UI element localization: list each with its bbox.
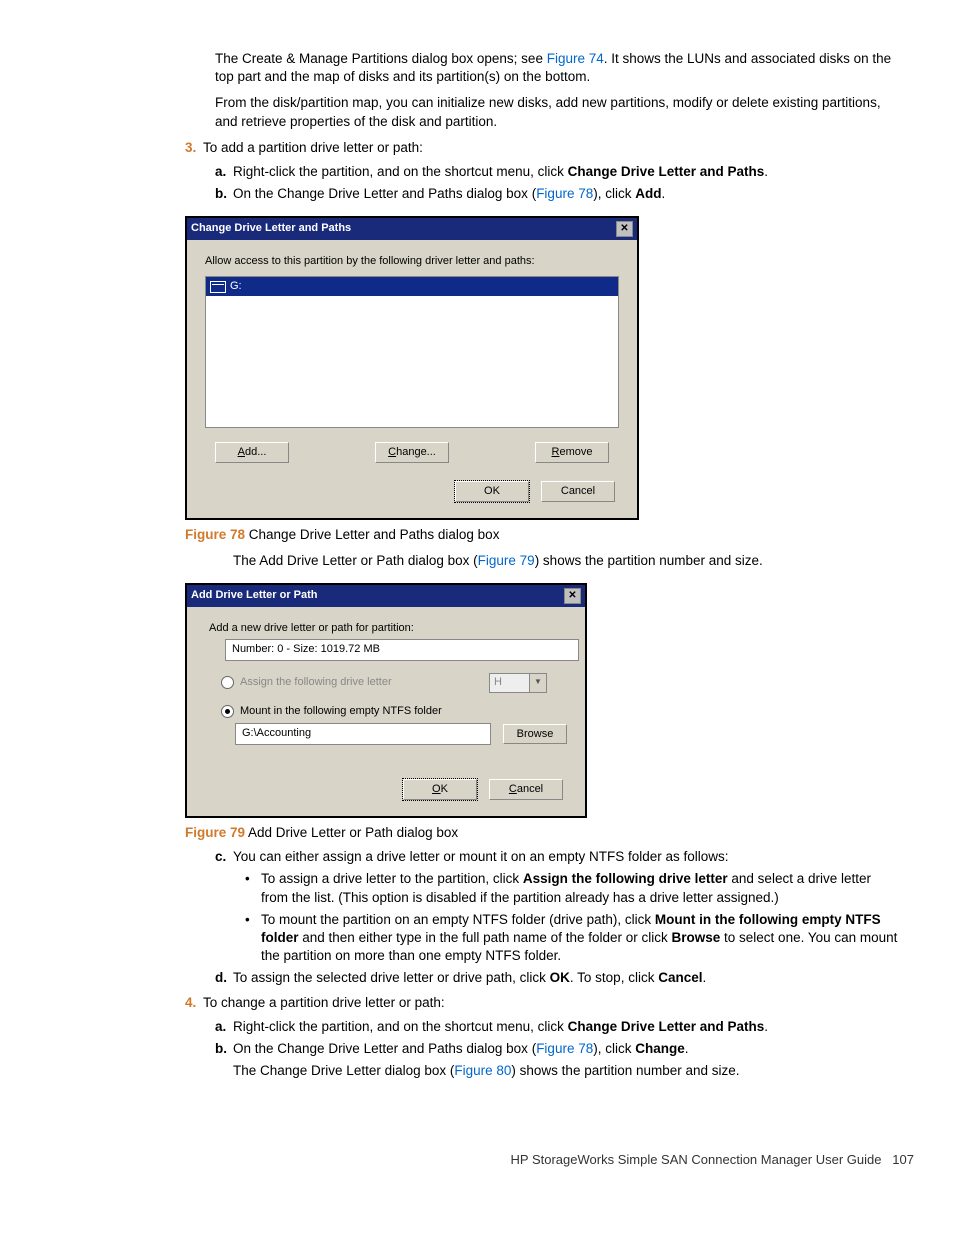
link-figure-79-1[interactable]: Figure 79 — [478, 553, 535, 568]
drive-list-item-selected[interactable]: G: — [206, 277, 618, 296]
dialog-prompt: Allow access to this partition by the fo… — [205, 254, 619, 269]
remove-button[interactable]: Remove — [535, 442, 609, 463]
step-4a: a.Right-click the partition, and on the … — [215, 1018, 899, 1036]
step-3c: c.You can either assign a drive letter o… — [215, 848, 899, 866]
dialog-titlebar: Change Drive Letter and Paths ✕ — [187, 218, 637, 240]
radio-selected-icon — [221, 705, 234, 718]
folder-path-input[interactable]: G:\Accounting — [235, 723, 491, 745]
intro-para-1: The Create & Manage Partitions dialog bo… — [215, 50, 899, 86]
link-figure-78-2[interactable]: Figure 78 — [536, 1041, 593, 1056]
dialog-title: Change Drive Letter and Paths — [191, 221, 351, 236]
link-figure-78-1[interactable]: Figure 78 — [536, 186, 593, 201]
ok-button[interactable]: OK — [403, 779, 477, 800]
intro-para-2: From the disk/partition map, you can ini… — [215, 94, 899, 130]
step-3a: a.Right-click the partition, and on the … — [215, 163, 899, 181]
drive-icon — [210, 281, 226, 293]
change-drive-letter-dialog: Change Drive Letter and Paths ✕ Allow ac… — [185, 216, 639, 521]
ok-button[interactable]: OK — [455, 481, 529, 502]
partition-info-field: Number: 0 - Size: 1019.72 MB — [225, 639, 579, 661]
cancel-button[interactable]: Cancel — [541, 481, 615, 502]
figure-78-caption: Figure 78 Change Drive Letter and Paths … — [185, 526, 899, 544]
step-4: 4.To change a partition drive letter or … — [185, 994, 899, 1012]
dialog2-titlebar: Add Drive Letter or Path ✕ — [187, 585, 585, 607]
link-figure-80[interactable]: Figure 80 — [454, 1063, 511, 1078]
mount-folder-option[interactable]: Mount in the following empty NTFS folder — [221, 704, 567, 719]
radio-unselected-icon — [221, 676, 234, 689]
chevron-down-icon: ▼ — [529, 674, 546, 692]
add-button[interactable]: Add... — [215, 442, 289, 463]
page-footer: HP StorageWorks Simple SAN Connection Ma… — [40, 1151, 914, 1169]
drive-list[interactable]: G: — [205, 276, 619, 428]
dialog2-title: Add Drive Letter or Path — [191, 588, 318, 603]
drive-letter-combo[interactable]: H ▼ — [489, 673, 547, 693]
close-icon[interactable]: ✕ — [616, 221, 633, 237]
bullet-mount-folder: • To mount the partition on an empty NTF… — [245, 911, 899, 966]
link-figure-74[interactable]: Figure 74 — [547, 51, 604, 66]
bullet-assign-letter: • To assign a drive letter to the partit… — [245, 870, 899, 906]
step-3: 3.To add a partition drive letter or pat… — [185, 139, 899, 157]
step-3d: d.To assign the selected drive letter or… — [215, 969, 899, 987]
mid-para: The Add Drive Letter or Path dialog box … — [233, 552, 899, 570]
step-3-num: 3. — [185, 139, 203, 157]
add-drive-letter-dialog: Add Drive Letter or Path ✕ Add a new dri… — [185, 583, 587, 818]
step-4b: b.On the Change Drive Letter and Paths d… — [215, 1040, 899, 1058]
dialog2-prompt: Add a new drive letter or path for parti… — [209, 621, 567, 636]
step-3b: b.On the Change Drive Letter and Paths d… — [215, 185, 899, 203]
figure-79-caption: Figure 79 Add Drive Letter or Path dialo… — [185, 824, 899, 842]
browse-button[interactable]: Browse — [503, 724, 567, 745]
cancel-button[interactable]: Cancel — [489, 779, 563, 800]
step-4-tail: The Change Drive Letter dialog box (Figu… — [233, 1062, 899, 1080]
close-icon[interactable]: ✕ — [564, 588, 581, 604]
assign-letter-option[interactable]: Assign the following drive letter — [221, 675, 392, 690]
change-button[interactable]: Change... — [375, 442, 449, 463]
step-4-num: 4. — [185, 994, 203, 1012]
